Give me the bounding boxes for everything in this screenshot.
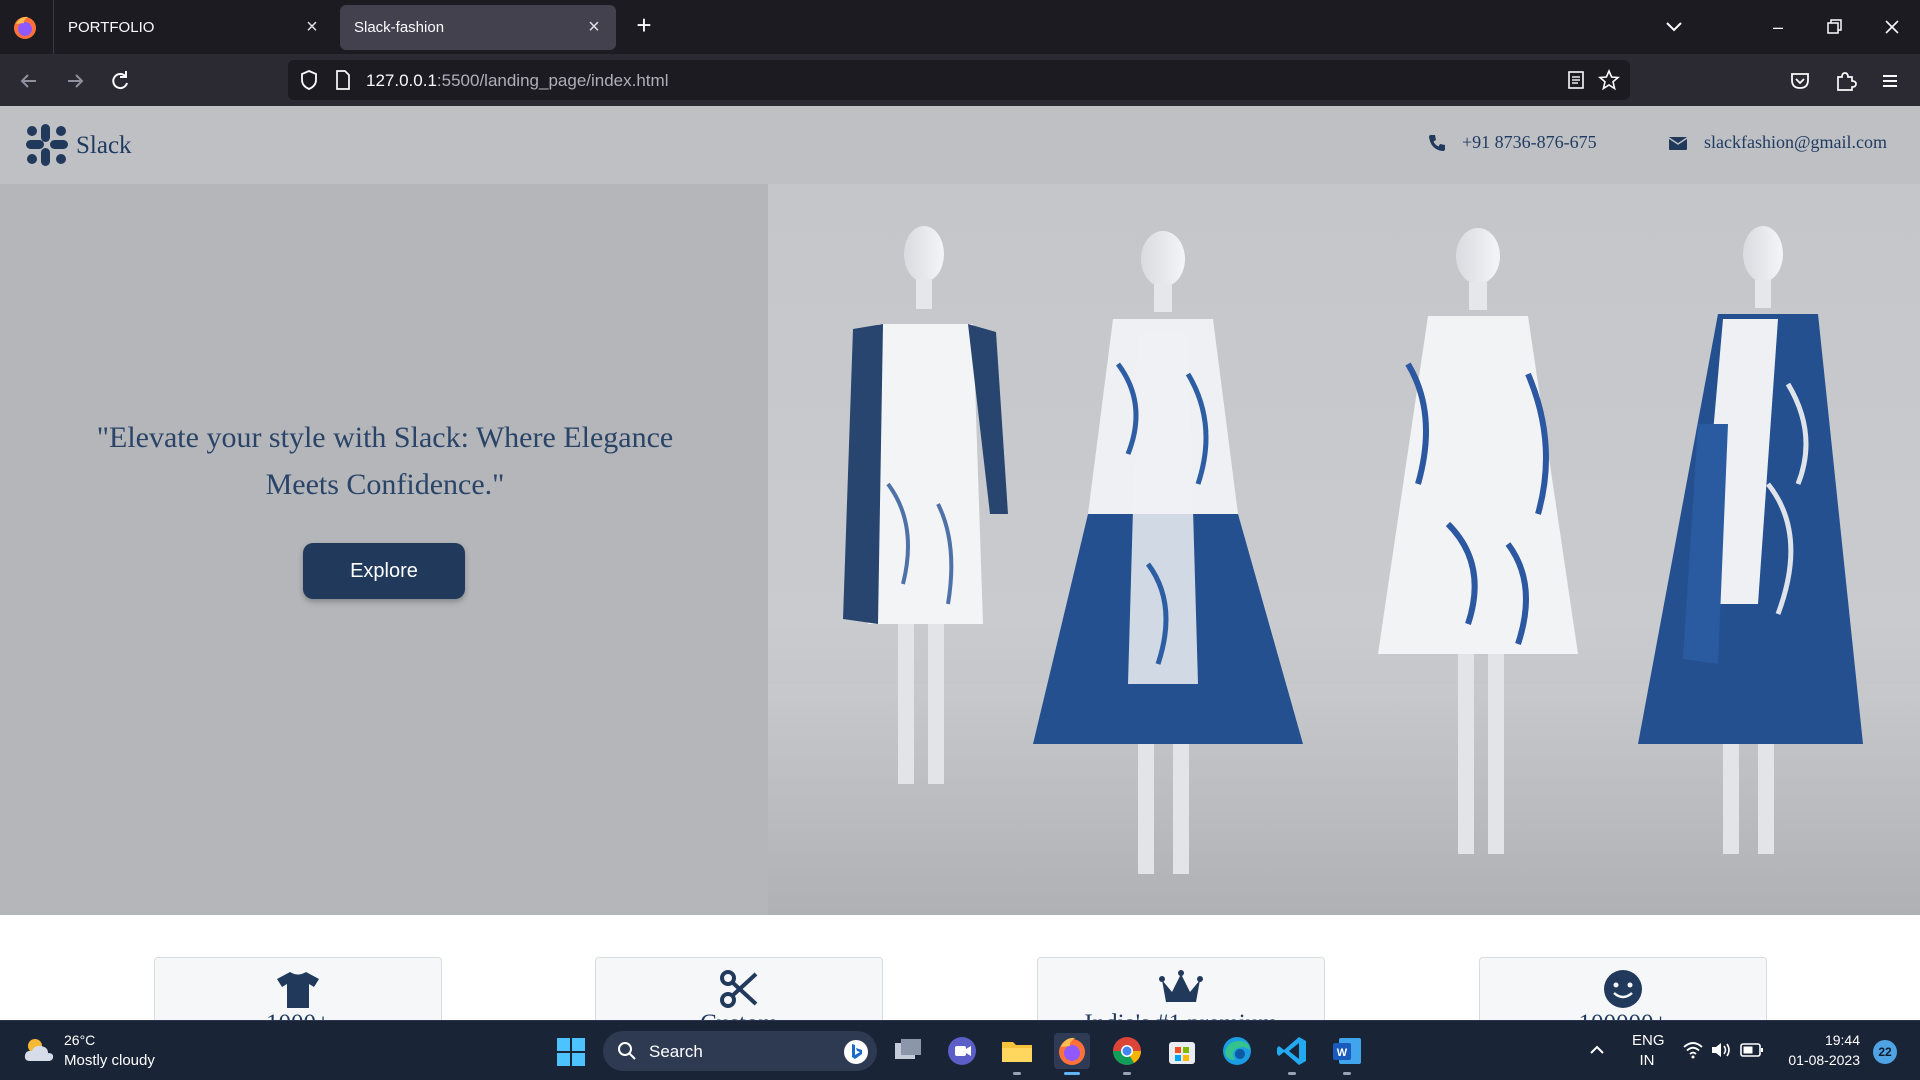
- phone-icon: [1429, 135, 1445, 151]
- new-tab-plus-icon[interactable]: +: [630, 12, 658, 40]
- chrome-icon[interactable]: [1109, 1033, 1145, 1075]
- web-page: Slack +91 8736-876-675 slackfashion@gmai…: [0, 106, 1920, 1021]
- feature-card-premium[interactable]: India's #1 premium: [1037, 957, 1325, 1021]
- minimize-icon[interactable]: –: [1762, 12, 1794, 42]
- task-view-icon[interactable]: [890, 1033, 926, 1069]
- hero-section: "Elevate your style with Slack: Where El…: [0, 184, 1920, 915]
- battery-icon[interactable]: [1740, 1042, 1764, 1058]
- contact-phone[interactable]: +91 8736-876-675: [1462, 132, 1597, 153]
- browser-tab-strip: PORTFOLIO × Slack-fashion × + –: [0, 0, 1920, 54]
- crown-icon: [1159, 970, 1203, 1002]
- feature-card-products[interactable]: 1000+: [154, 957, 442, 1021]
- browser-toolbar: 127.0.0.1:5500/landing_page/index.html: [0, 54, 1920, 106]
- back-arrow-icon[interactable]: [14, 66, 44, 96]
- region-indicator[interactable]: IN: [1632, 1052, 1662, 1069]
- hero-image: [768, 184, 1920, 915]
- slack-logo-icon: [26, 124, 68, 166]
- url-text[interactable]: 127.0.0.1:5500/landing_page/index.html: [366, 71, 668, 91]
- close-tab-icon[interactable]: ×: [300, 15, 324, 39]
- teams-meet-icon[interactable]: [944, 1033, 980, 1069]
- page-icon[interactable]: [334, 69, 352, 91]
- taskbar-search[interactable]: Search: [603, 1031, 877, 1071]
- search-icon: [618, 1042, 636, 1060]
- app-indicator: [1288, 1072, 1296, 1075]
- clock-time[interactable]: 19:44: [1770, 1032, 1860, 1048]
- mannequin-dresses-illustration: [768, 226, 1920, 915]
- shield-icon[interactable]: [298, 68, 320, 92]
- edge-icon[interactable]: [1219, 1033, 1255, 1069]
- windows-start-icon[interactable]: [556, 1037, 586, 1067]
- app-indicator: [1013, 1072, 1021, 1075]
- hero-quote: "Elevate your style with Slack: Where El…: [96, 421, 674, 501]
- chevron-up-icon[interactable]: [1588, 1043, 1606, 1057]
- url-host: 127.0.0.1: [366, 71, 437, 90]
- windows-taskbar: 26°C Mostly cloudy Search W ENG IN 19:44…: [0, 1020, 1920, 1080]
- bing-icon[interactable]: [843, 1039, 869, 1065]
- scissors-icon: [720, 970, 758, 1008]
- tshirt-icon: [277, 972, 319, 1008]
- restore-icon[interactable]: [1818, 12, 1850, 42]
- weather-description: Mostly cloudy: [64, 1052, 155, 1069]
- menu-icon[interactable]: [1875, 66, 1905, 96]
- smiley-icon: [1604, 970, 1642, 1008]
- vscode-icon[interactable]: [1274, 1033, 1310, 1075]
- chevron-down-icon[interactable]: [1660, 14, 1688, 40]
- reader-view-icon[interactable]: [1566, 70, 1586, 90]
- weather-temperature: 26°C: [64, 1032, 96, 1048]
- url-path: :5500/landing_page/index.html: [436, 71, 669, 90]
- explore-button[interactable]: Explore: [303, 543, 465, 599]
- volume-icon[interactable]: [1710, 1041, 1732, 1059]
- microsoft-store-icon[interactable]: [1164, 1033, 1200, 1069]
- site-header: Slack +91 8736-876-675 slackfashion@gmai…: [0, 106, 1920, 184]
- feature-card-customers[interactable]: 100000+: [1479, 957, 1767, 1021]
- brand-name: Slack: [76, 132, 132, 159]
- app-indicator: [1123, 1072, 1131, 1075]
- language-indicator[interactable]: ENG: [1632, 1032, 1665, 1049]
- close-tab-icon[interactable]: ×: [582, 15, 606, 39]
- wifi-icon[interactable]: [1682, 1041, 1704, 1059]
- bookmark-star-icon[interactable]: [1598, 69, 1620, 91]
- tab-slack-fashion[interactable]: Slack-fashion ×: [340, 5, 616, 50]
- tab-portfolio[interactable]: PORTFOLIO ×: [54, 5, 334, 50]
- word-icon[interactable]: W: [1329, 1033, 1365, 1075]
- tab-title: Slack-fashion: [354, 19, 445, 36]
- address-bar[interactable]: 127.0.0.1:5500/landing_page/index.html: [288, 60, 1630, 100]
- forward-arrow-icon[interactable]: [60, 66, 90, 96]
- pocket-icon[interactable]: [1785, 66, 1815, 96]
- svg-text:W: W: [1337, 1047, 1348, 1059]
- hero-text-panel: "Elevate your style with Slack: Where El…: [0, 184, 768, 915]
- tab-title: PORTFOLIO: [68, 19, 155, 36]
- file-explorer-icon[interactable]: [999, 1033, 1035, 1075]
- app-indicator: [1064, 1072, 1080, 1075]
- reload-icon[interactable]: [105, 66, 135, 96]
- feature-card-custom[interactable]: Custom: [595, 957, 883, 1021]
- contact-email[interactable]: slackfashion@gmail.com: [1704, 132, 1887, 153]
- clock-date[interactable]: 01-08-2023: [1770, 1052, 1860, 1068]
- firefox-icon[interactable]: [12, 14, 38, 40]
- cloudy-weather-icon[interactable]: [22, 1035, 56, 1065]
- extensions-icon[interactable]: [1830, 66, 1860, 96]
- firefox-taskbar-icon[interactable]: [1054, 1033, 1090, 1075]
- app-indicator: [1343, 1072, 1351, 1075]
- search-label: Search: [649, 1042, 703, 1061]
- envelope-icon: [1668, 137, 1688, 150]
- close-window-icon[interactable]: [1876, 12, 1908, 42]
- notification-badge[interactable]: 22: [1873, 1040, 1897, 1064]
